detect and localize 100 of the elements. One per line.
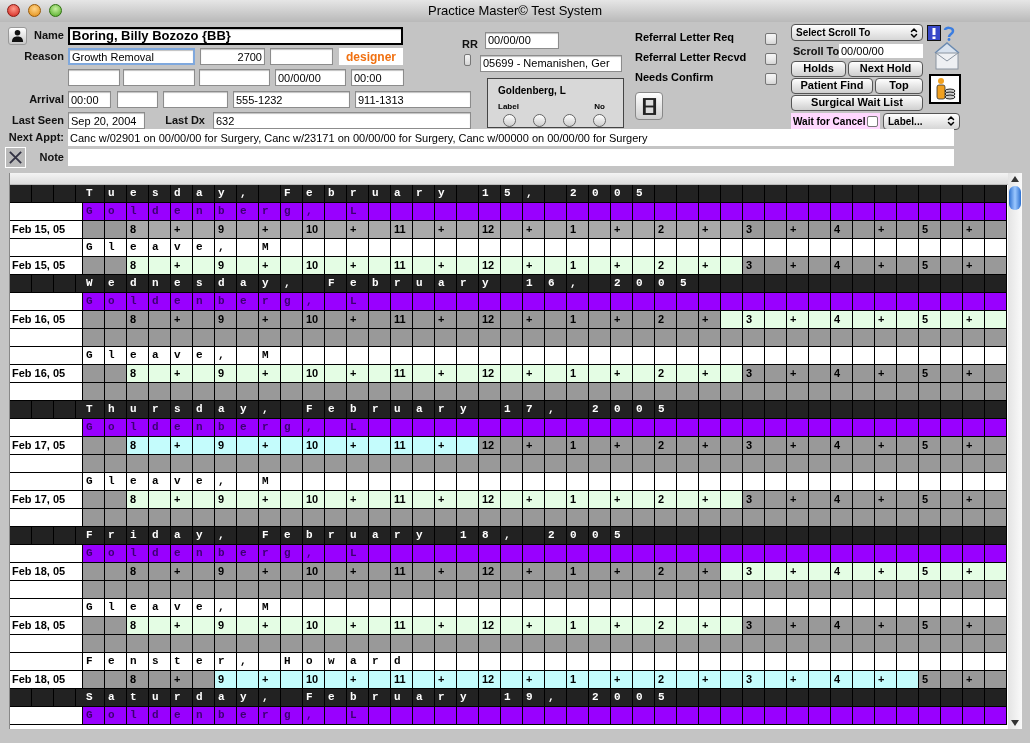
time-slot-cell[interactable]: 2 xyxy=(655,257,677,275)
time-slot-cell[interactable]: 4 xyxy=(831,221,853,239)
time-slot-cell[interactable]: + xyxy=(347,365,369,383)
time-slot-cell[interactable] xyxy=(281,365,303,383)
time-slot-cell[interactable]: 2 xyxy=(655,563,677,581)
time-slot-cell[interactable] xyxy=(193,563,215,581)
checkbox[interactable] xyxy=(765,72,777,85)
time-slot-cell[interactable] xyxy=(501,491,523,509)
time-slot-cell[interactable]: + xyxy=(963,563,985,581)
push-button[interactable]: Next Hold xyxy=(848,60,923,77)
time-slot-cell[interactable]: 3 xyxy=(743,491,765,509)
time-slot-cell[interactable] xyxy=(633,617,655,635)
time-slot-cell[interactable] xyxy=(83,221,105,239)
time-slot-cell[interactable] xyxy=(677,617,699,635)
time-slot-cell[interactable]: 12 xyxy=(479,311,501,329)
time-slot-cell[interactable] xyxy=(501,257,523,275)
time-slot-cell[interactable]: 1 xyxy=(567,671,589,689)
time-slot-cell[interactable] xyxy=(545,311,567,329)
time-slot-cell[interactable]: 4 xyxy=(831,491,853,509)
time-slot-cell[interactable] xyxy=(941,563,963,581)
time-slot-cell[interactable]: + xyxy=(963,221,985,239)
time-slot-cell[interactable]: 9 xyxy=(215,491,237,509)
time-slot-cell[interactable]: 11 xyxy=(391,563,413,581)
time-slot-cell[interactable] xyxy=(633,257,655,275)
time-slot-cell[interactable]: + xyxy=(523,437,545,455)
time-slot-cell[interactable]: + xyxy=(963,671,985,689)
time-slot-cell[interactable]: + xyxy=(435,257,457,275)
time-slot-cell[interactable] xyxy=(721,221,743,239)
time-slot-cell[interactable] xyxy=(941,491,963,509)
time-slot-cell[interactable] xyxy=(589,365,611,383)
time-slot-cell[interactable]: 12 xyxy=(479,257,501,275)
time-slot-cell[interactable] xyxy=(985,221,1007,239)
time-slot-cell[interactable]: 3 xyxy=(743,617,765,635)
time-slot-cell[interactable] xyxy=(545,617,567,635)
time-slot-cell[interactable] xyxy=(853,671,875,689)
radio-button[interactable] xyxy=(563,113,576,127)
time-slot-cell[interactable]: + xyxy=(875,365,897,383)
time-slot-cell[interactable]: 12 xyxy=(479,671,501,689)
time-slot-cell[interactable] xyxy=(589,617,611,635)
time-slot-cell[interactable] xyxy=(149,221,171,239)
time-slot-cell[interactable]: 9 xyxy=(215,365,237,383)
time-slot-cell[interactable] xyxy=(853,221,875,239)
time-slot-cell[interactable] xyxy=(413,617,435,635)
time-slot-cell[interactable] xyxy=(677,671,699,689)
time-slot-cell[interactable] xyxy=(633,491,655,509)
time-slot-cell[interactable]: + xyxy=(259,437,281,455)
time-slot-cell[interactable]: 11 xyxy=(391,221,413,239)
time-slot-cell[interactable] xyxy=(457,311,479,329)
time-slot-cell[interactable] xyxy=(105,311,127,329)
time-slot-cell[interactable] xyxy=(413,491,435,509)
time-slot-cell[interactable] xyxy=(853,617,875,635)
time-slot-cell[interactable] xyxy=(325,491,347,509)
time-slot-cell[interactable]: 10 xyxy=(303,617,325,635)
time-slot-cell[interactable] xyxy=(721,437,743,455)
time-slot-cell[interactable] xyxy=(545,365,567,383)
time-slot-cell[interactable] xyxy=(941,617,963,635)
time-slot-cell[interactable] xyxy=(985,437,1007,455)
time-slot-cell[interactable] xyxy=(721,617,743,635)
time-slot-cell[interactable]: 10 xyxy=(303,491,325,509)
time-slot-cell[interactable]: + xyxy=(611,257,633,275)
time-slot-cell[interactable]: + xyxy=(171,311,193,329)
time-slot-cell[interactable] xyxy=(83,563,105,581)
time-slot-cell[interactable]: 4 xyxy=(831,365,853,383)
radio-button[interactable] xyxy=(593,113,606,127)
time-slot-cell[interactable]: 3 xyxy=(743,257,765,275)
patient-coins-icon[interactable] xyxy=(929,74,961,104)
time-slot-cell[interactable]: + xyxy=(699,221,721,239)
time-slot-cell[interactable] xyxy=(281,437,303,455)
time-slot-cell[interactable]: 9 xyxy=(215,437,237,455)
time-slot-cell[interactable]: 10 xyxy=(303,671,325,689)
text-field[interactable]: 911-1313 xyxy=(355,91,471,108)
time-slot-cell[interactable] xyxy=(457,437,479,455)
time-slot-cell[interactable] xyxy=(501,617,523,635)
time-slot-cell[interactable]: 2 xyxy=(655,617,677,635)
time-slot-cell[interactable] xyxy=(237,311,259,329)
time-slot-cell[interactable] xyxy=(193,365,215,383)
time-slot-cell[interactable] xyxy=(809,617,831,635)
time-slot-cell[interactable] xyxy=(897,491,919,509)
person-icon[interactable] xyxy=(8,26,27,45)
time-slot-cell[interactable] xyxy=(413,437,435,455)
time-slot-cell[interactable] xyxy=(765,563,787,581)
time-slot-cell[interactable]: + xyxy=(963,365,985,383)
time-slot-cell[interactable]: + xyxy=(787,311,809,329)
time-slot-cell[interactable]: + xyxy=(963,437,985,455)
label-select[interactable]: Label... xyxy=(883,112,960,130)
time-slot-cell[interactable] xyxy=(809,365,831,383)
time-slot-cell[interactable]: 5 xyxy=(919,491,941,509)
time-slot-cell[interactable]: + xyxy=(699,437,721,455)
time-slot-cell[interactable]: 4 xyxy=(831,311,853,329)
text-field[interactable]: Boring, Billy Bozozo {BB} xyxy=(68,26,403,45)
time-slot-cell[interactable] xyxy=(721,365,743,383)
time-slot-cell[interactable]: + xyxy=(963,257,985,275)
time-slot-cell[interactable] xyxy=(853,563,875,581)
time-slot-cell[interactable] xyxy=(985,491,1007,509)
scroll-down-arrow-icon[interactable] xyxy=(1011,720,1019,726)
time-slot-cell[interactable] xyxy=(281,563,303,581)
time-slot-cell[interactable] xyxy=(985,311,1007,329)
time-slot-cell[interactable] xyxy=(809,311,831,329)
time-slot-cell[interactable] xyxy=(545,563,567,581)
time-slot-cell[interactable] xyxy=(457,617,479,635)
